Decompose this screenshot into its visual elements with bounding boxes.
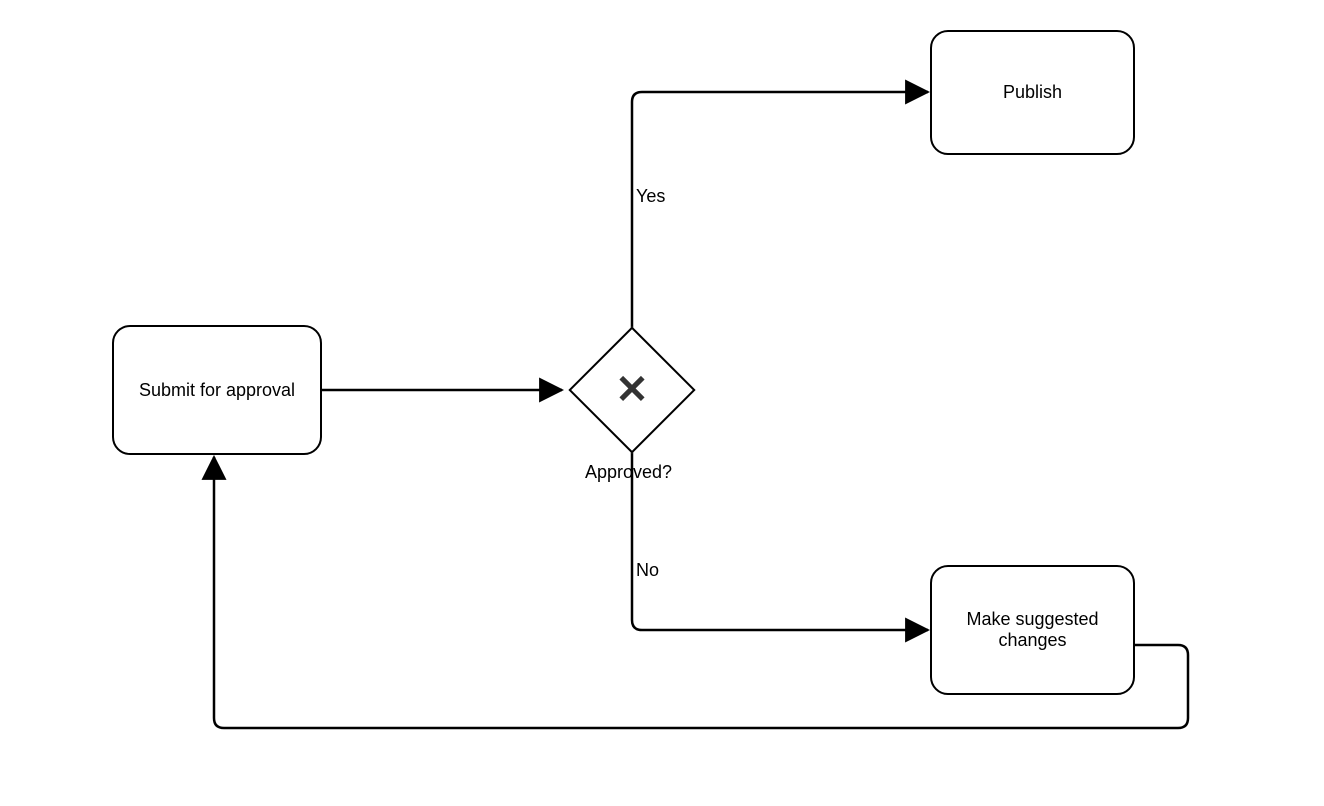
node-changes-label: Make suggested changes [940, 609, 1125, 651]
node-submit-label: Submit for approval [139, 380, 295, 401]
decision-label: Approved? [585, 462, 672, 483]
edge-yes-label: Yes [636, 186, 665, 207]
node-changes: Make suggested changes [930, 565, 1135, 695]
edge-yes-to-publish [632, 92, 928, 328]
node-publish-label: Publish [1003, 82, 1062, 103]
node-publish: Publish [930, 30, 1135, 155]
node-decision [568, 326, 695, 453]
edge-no-label: No [636, 560, 659, 581]
node-submit: Submit for approval [112, 325, 322, 455]
flowchart-canvas: Submit for approval ✕ Approved? Yes No P… [0, 0, 1324, 806]
edge-no-to-changes [632, 452, 928, 630]
